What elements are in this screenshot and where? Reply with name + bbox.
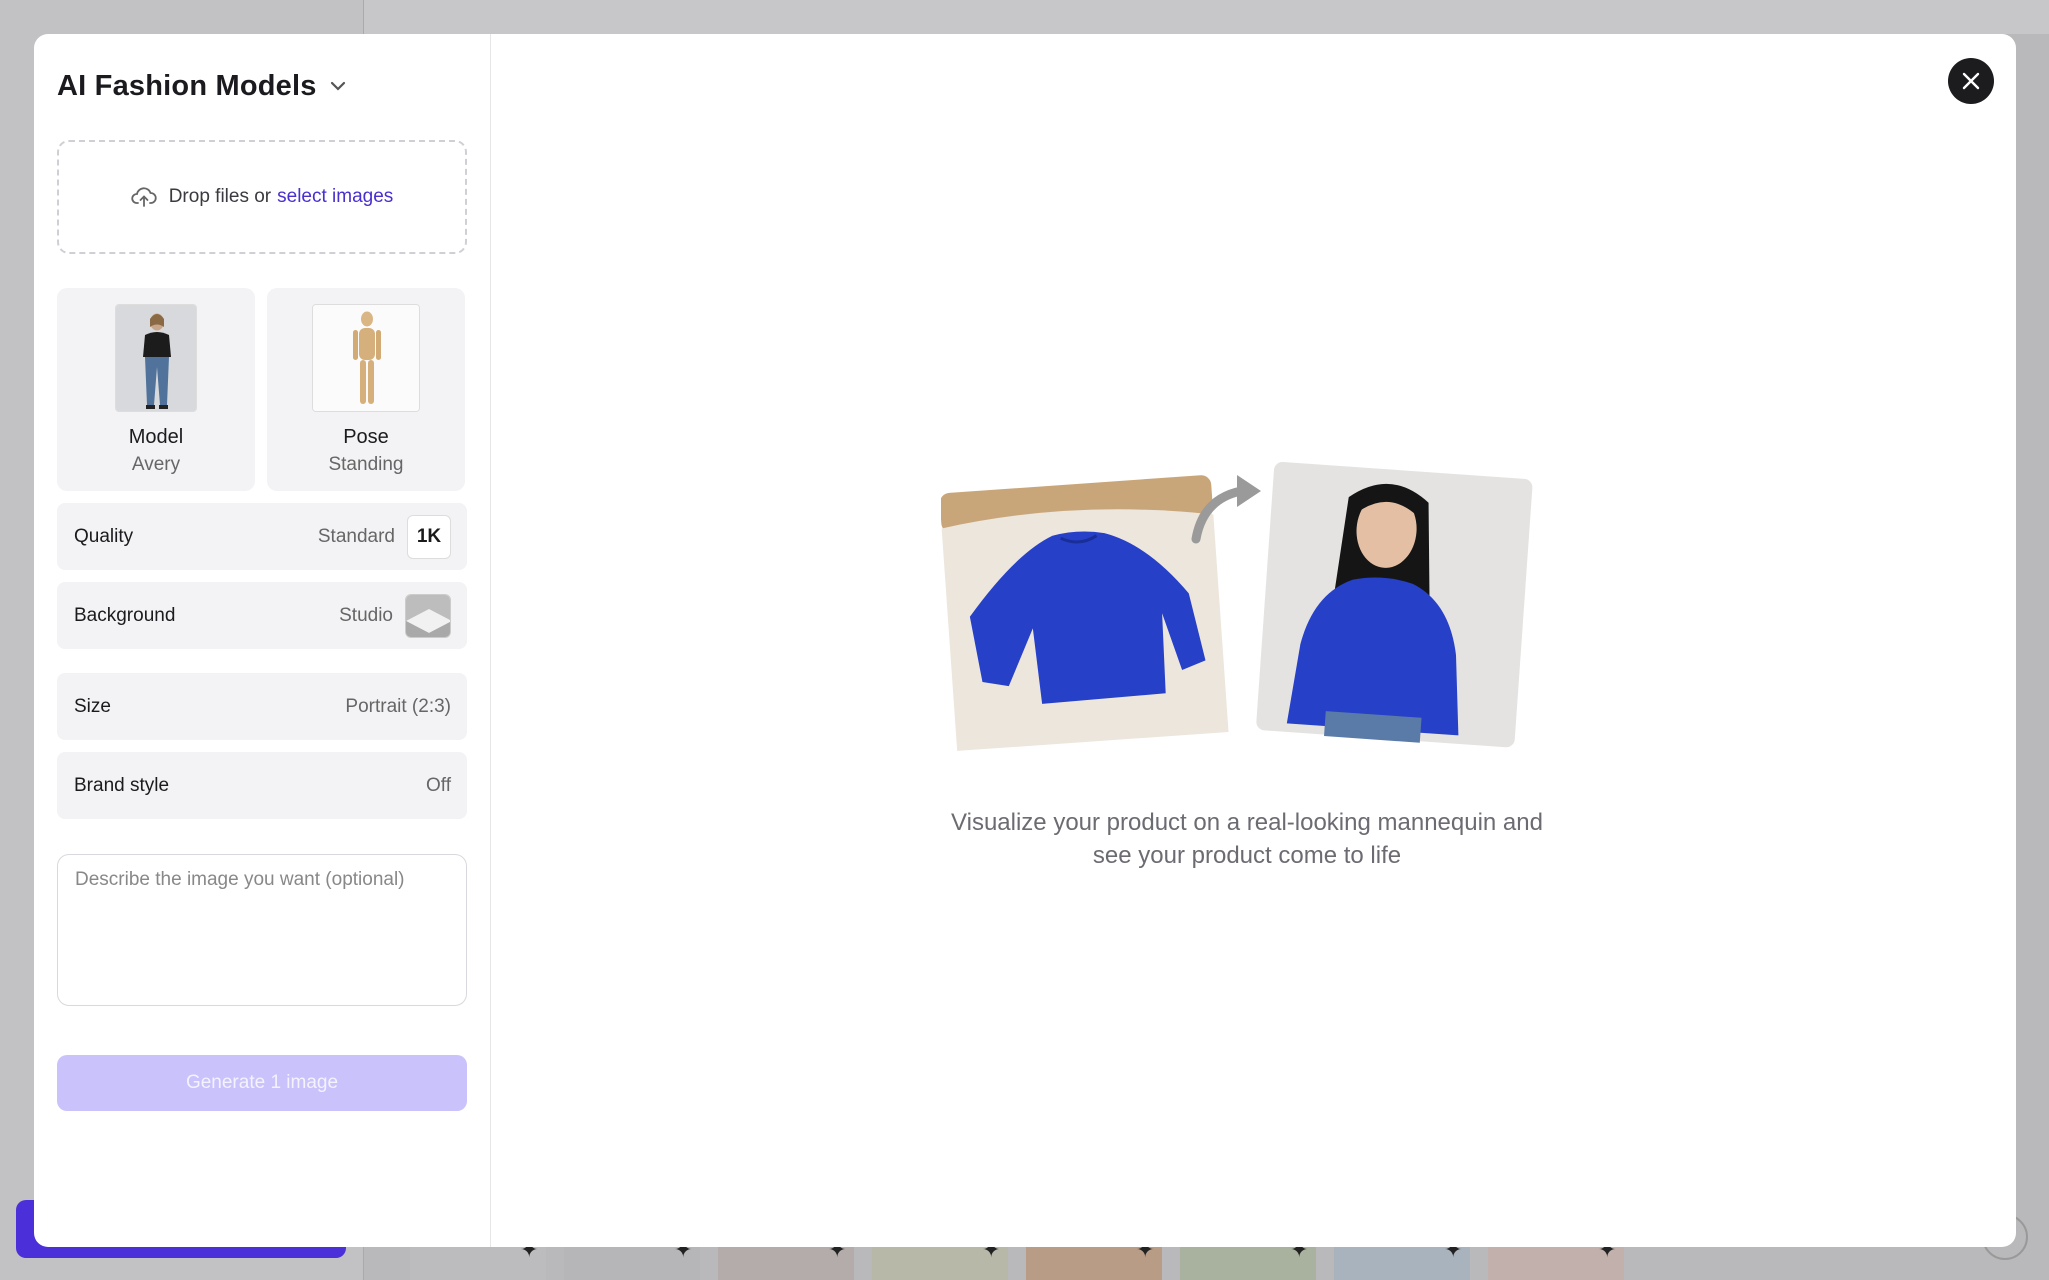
brand-style-label: Brand style	[74, 774, 170, 796]
caption-line-2: see your product come to life	[1092, 842, 1402, 869]
quality-value: Standard	[317, 525, 395, 547]
quality-label: Quality	[74, 525, 134, 547]
prompt-input[interactable]	[57, 854, 467, 1006]
generate-button[interactable]: Generate 1 image	[57, 1055, 467, 1111]
ai-fashion-models-modal: AI Fashion Models Drop files or select i…	[34, 34, 2016, 1247]
settings-panel: AI Fashion Models Drop files or select i…	[34, 34, 491, 1247]
sweater-flatlay-photo	[941, 473, 1230, 752]
model-value: Avery	[131, 454, 181, 475]
select-images-link[interactable]: select images	[277, 186, 393, 208]
pose-card[interactable]: Pose Standing	[267, 288, 465, 491]
dropzone-text: Drop files or	[168, 186, 272, 207]
pose-label: Pose	[343, 426, 389, 448]
model-wearing-sweater-photo	[1253, 458, 1536, 751]
model-card[interactable]: Model Avery	[57, 288, 255, 491]
background-value: Studio	[339, 604, 393, 626]
tool-selector[interactable]: AI Fashion Models	[57, 64, 467, 108]
upload-cloud-icon	[131, 187, 157, 207]
brand-style-option[interactable]: Brand style Off	[57, 752, 467, 819]
size-value: Portrait (2:3)	[345, 695, 451, 717]
brand-style-value: Off	[426, 774, 451, 796]
chevron-down-icon	[330, 81, 345, 91]
quality-option[interactable]: Quality Standard 1K	[57, 503, 467, 570]
size-label: Size	[74, 695, 111, 717]
background-option[interactable]: Background Studio	[57, 582, 467, 649]
background-label: Background	[74, 604, 176, 626]
close-icon	[1962, 72, 1980, 90]
model-label: Model	[128, 426, 184, 448]
resolution-badge: 1K	[407, 514, 451, 559]
caption-line-1: Visualize your product on a real-looking…	[951, 809, 1543, 836]
pose-thumbnail	[312, 304, 420, 412]
size-option[interactable]: Size Portrait (2:3)	[57, 673, 467, 740]
pose-value: Standing	[328, 454, 404, 475]
studio-background-swatch	[405, 593, 451, 638]
preview-panel: Visualize your product on a real-looking…	[491, 34, 2016, 1247]
file-dropzone[interactable]: Drop files or select images	[57, 140, 467, 254]
close-button[interactable]	[1948, 58, 1994, 104]
preview-caption: Visualize your product on a real-looking…	[871, 806, 1623, 872]
model-thumbnail	[115, 304, 197, 412]
tool-title: AI Fashion Models	[57, 69, 317, 102]
product-transformation-illustration	[941, 458, 1536, 752]
model-pose-cards: Model Avery Pose Standing	[57, 288, 467, 491]
